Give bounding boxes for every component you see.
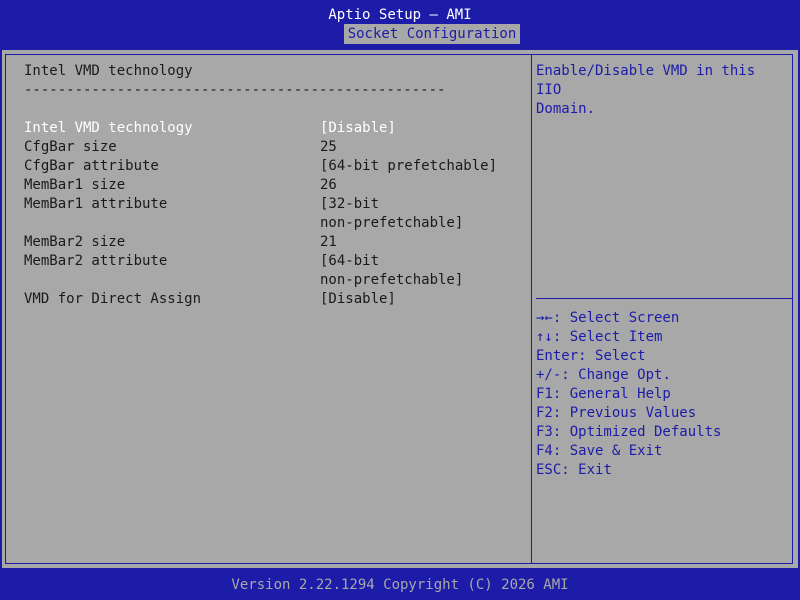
key-hint: F2: Previous Values bbox=[536, 405, 697, 421]
setting-value[interactable]: [64-bit bbox=[320, 252, 379, 271]
help-text: Enable/Disable VMD in this IIO Domain. bbox=[536, 62, 786, 119]
setting-label: MemBar2 size bbox=[24, 234, 126, 250]
section-heading: Intel VMD technology bbox=[24, 63, 193, 79]
key-hint: F4: Save & Exit bbox=[536, 443, 663, 459]
key-hint: F3: Optimized Defaults bbox=[536, 424, 722, 440]
setting-value[interactable]: 21 bbox=[320, 233, 337, 252]
help-divider bbox=[536, 298, 792, 299]
key-hint: +/-: Change Opt. bbox=[536, 367, 671, 383]
app-title: Aptio Setup – AMI bbox=[328, 7, 472, 23]
setting-label: CfgBar size bbox=[24, 139, 117, 155]
setting-value[interactable]: [Disable] bbox=[320, 290, 396, 309]
key-hint: F1: General Help bbox=[536, 386, 671, 402]
key-hint: →←: Select Screen bbox=[536, 310, 680, 326]
setting-value[interactable]: [32-bit bbox=[320, 195, 379, 214]
key-hint: ↑↓: Select Item bbox=[536, 329, 663, 345]
setting-label: MemBar1 attribute bbox=[24, 196, 168, 212]
setting-label: MemBar1 size bbox=[24, 177, 126, 193]
help-line: Enable/Disable VMD in this IIO bbox=[536, 63, 756, 98]
help-line: Domain. bbox=[536, 101, 596, 117]
main-panel: Intel VMD technology -------------------… bbox=[2, 50, 798, 568]
title-bar: Aptio Setup – AMI Socket Configuration bbox=[0, 0, 800, 46]
setting-value-continued[interactable]: non-prefetchable] bbox=[320, 214, 463, 233]
key-left-right-icon: →← bbox=[536, 310, 553, 326]
key-up-down-icon: ↑↓ bbox=[536, 329, 553, 345]
key-hint: ESC: Exit bbox=[536, 462, 612, 478]
key-hint: Enter: Select bbox=[536, 348, 646, 364]
vertical-divider bbox=[531, 54, 532, 564]
setting-label: Intel VMD technology bbox=[24, 120, 193, 136]
setting-value[interactable]: [Disable] bbox=[320, 119, 396, 138]
section-separator: ----------------------------------------… bbox=[24, 82, 446, 98]
setting-value[interactable]: 25 bbox=[320, 138, 337, 157]
key-legend: →←: Select Screen ↑↓: Select Item Enter:… bbox=[536, 309, 790, 480]
tab-socket-configuration[interactable]: Socket Configuration bbox=[344, 24, 520, 44]
setting-label: VMD for Direct Assign bbox=[24, 291, 202, 307]
setting-label: CfgBar attribute bbox=[24, 158, 159, 174]
footer-version: Version 2.22.1294 Copyright (C) 2026 AMI bbox=[231, 577, 569, 593]
setting-value-continued[interactable]: non-prefetchable] bbox=[320, 271, 463, 290]
setting-value[interactable]: 26 bbox=[320, 176, 337, 195]
setting-value[interactable]: [64-bit prefetchable] bbox=[320, 157, 497, 176]
setting-label: MemBar2 attribute bbox=[24, 253, 168, 269]
